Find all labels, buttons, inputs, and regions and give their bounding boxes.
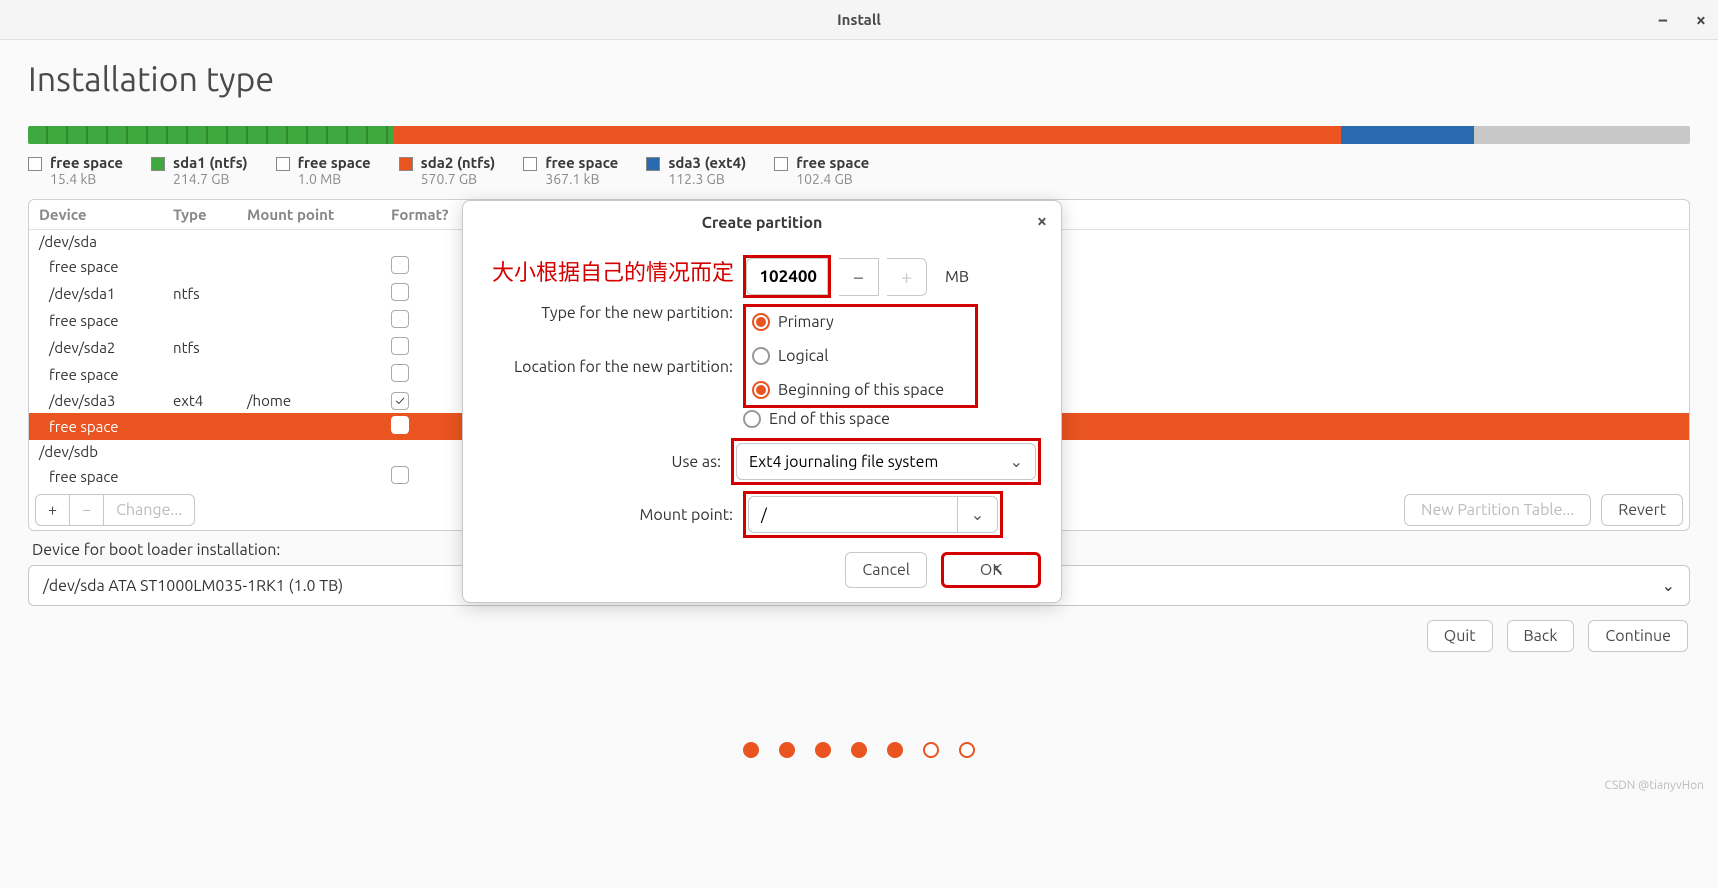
revert-button[interactable]: Revert	[1601, 494, 1683, 526]
col-mount: Mount point	[247, 206, 387, 223]
radio-icon	[752, 313, 770, 331]
annotation-text: 大小根据自己的情况而定	[492, 255, 734, 287]
progress-dots	[743, 742, 975, 758]
legend-item: free space15.4 kB	[28, 154, 123, 187]
titlebar: Install − ×	[0, 0, 1718, 40]
radio-beginning[interactable]: Beginning of this space	[752, 381, 944, 399]
continue-button[interactable]: Continue	[1588, 620, 1688, 652]
radio-icon	[752, 347, 770, 365]
legend-size: 570.7 GB	[421, 171, 496, 187]
legend-swatch	[276, 157, 290, 171]
boot-loader-value: /dev/sda ATA ST1000LM035-1RK1 (1.0 TB)	[43, 577, 343, 595]
close-icon[interactable]: ×	[1696, 10, 1706, 30]
dot-icon	[923, 742, 939, 758]
dot-icon	[959, 742, 975, 758]
partition-type-label: Type for the new partition:	[483, 304, 743, 322]
use-as-label: Use as:	[483, 453, 731, 471]
legend-name: free space	[298, 154, 371, 171]
legend-item: free space367.1 kB	[523, 154, 618, 187]
quit-button[interactable]: Quit	[1427, 620, 1493, 652]
format-checkbox[interactable]	[391, 256, 409, 274]
dialog-title: Create partition ×	[463, 201, 1061, 245]
legend-item: free space102.4 GB	[774, 154, 869, 187]
legend-swatch	[151, 157, 165, 171]
format-checkbox[interactable]	[391, 283, 409, 301]
partition-bar	[28, 126, 1690, 144]
legend-item: sda2 (ntfs)570.7 GB	[399, 154, 496, 187]
legend-swatch	[523, 157, 537, 171]
partition-legend: free space15.4 kBsda1 (ntfs)214.7 GBfree…	[28, 154, 1690, 187]
legend-size: 367.1 kB	[545, 171, 618, 187]
format-checkbox[interactable]	[391, 392, 409, 410]
format-checkbox[interactable]	[391, 337, 409, 355]
footer-buttons: Quit Back Continue	[1427, 620, 1688, 652]
size-decrement-button[interactable]: −	[839, 258, 879, 296]
mount-point-label: Mount point:	[483, 506, 743, 524]
legend-item: sda1 (ntfs)214.7 GB	[151, 154, 248, 187]
size-increment-button[interactable]: +	[887, 258, 927, 296]
dot-icon	[743, 742, 759, 758]
format-checkbox[interactable]	[391, 416, 409, 434]
legend-size: 15.4 kB	[50, 171, 123, 187]
radio-icon	[743, 410, 761, 428]
add-partition-button[interactable]: +	[35, 494, 70, 526]
radio-end[interactable]: End of this space	[743, 410, 890, 428]
legend-size: 102.4 GB	[796, 171, 869, 187]
back-button[interactable]: Back	[1507, 620, 1575, 652]
window-title: Install	[837, 11, 881, 28]
chevron-down-icon	[971, 505, 984, 524]
partition-location-label: Location for the new partition:	[483, 358, 743, 376]
legend-item: sda3 (ext4)112.3 GB	[646, 154, 746, 187]
dot-icon	[815, 742, 831, 758]
cancel-button[interactable]: Cancel	[845, 552, 927, 588]
legend-name: sda2 (ntfs)	[421, 154, 496, 171]
ok-button[interactable]: OK ↖	[941, 552, 1041, 588]
legend-swatch	[399, 157, 413, 171]
format-checkbox[interactable]	[391, 466, 409, 484]
legend-name: free space	[796, 154, 869, 171]
legend-swatch	[646, 157, 660, 171]
dialog-close-icon[interactable]: ×	[1037, 211, 1047, 231]
legend-name: free space	[545, 154, 618, 171]
legend-name: sda3 (ext4)	[668, 154, 746, 171]
format-checkbox[interactable]	[391, 364, 409, 382]
change-partition-button[interactable]: Change...	[104, 494, 195, 526]
dot-icon	[851, 742, 867, 758]
legend-name: free space	[50, 154, 123, 171]
legend-size: 112.3 GB	[668, 171, 746, 187]
legend-name: sda1 (ntfs)	[173, 154, 248, 171]
chevron-down-icon	[1662, 576, 1675, 595]
use-as-select[interactable]: Ext4 journaling file system	[736, 443, 1036, 480]
dot-icon	[887, 742, 903, 758]
legend-size: 1.0 MB	[298, 171, 371, 187]
legend-swatch	[28, 157, 42, 171]
col-type: Type	[173, 206, 243, 223]
minimize-icon[interactable]: −	[1658, 10, 1668, 30]
watermark: CSDN @tianyvHon	[1604, 779, 1704, 792]
size-unit: MB	[945, 268, 969, 286]
legend-swatch	[774, 157, 788, 171]
dot-icon	[779, 742, 795, 758]
radio-icon	[752, 381, 770, 399]
radio-logical[interactable]: Logical	[752, 347, 828, 365]
chevron-down-icon	[1010, 452, 1023, 471]
page-title: Installation type	[28, 60, 1690, 98]
col-device: Device	[39, 206, 169, 223]
mount-point-input[interactable]: /	[748, 496, 958, 533]
legend-size: 214.7 GB	[173, 171, 248, 187]
remove-partition-button[interactable]: −	[70, 494, 104, 526]
cursor-icon: ↖	[992, 561, 1004, 578]
mount-point-dropdown[interactable]	[958, 496, 998, 533]
legend-item: free space1.0 MB	[276, 154, 371, 187]
radio-primary[interactable]: Primary	[752, 313, 834, 331]
new-partition-table-button[interactable]: New Partition Table...	[1404, 494, 1591, 526]
format-checkbox[interactable]	[391, 310, 409, 328]
size-input[interactable]	[746, 258, 828, 295]
